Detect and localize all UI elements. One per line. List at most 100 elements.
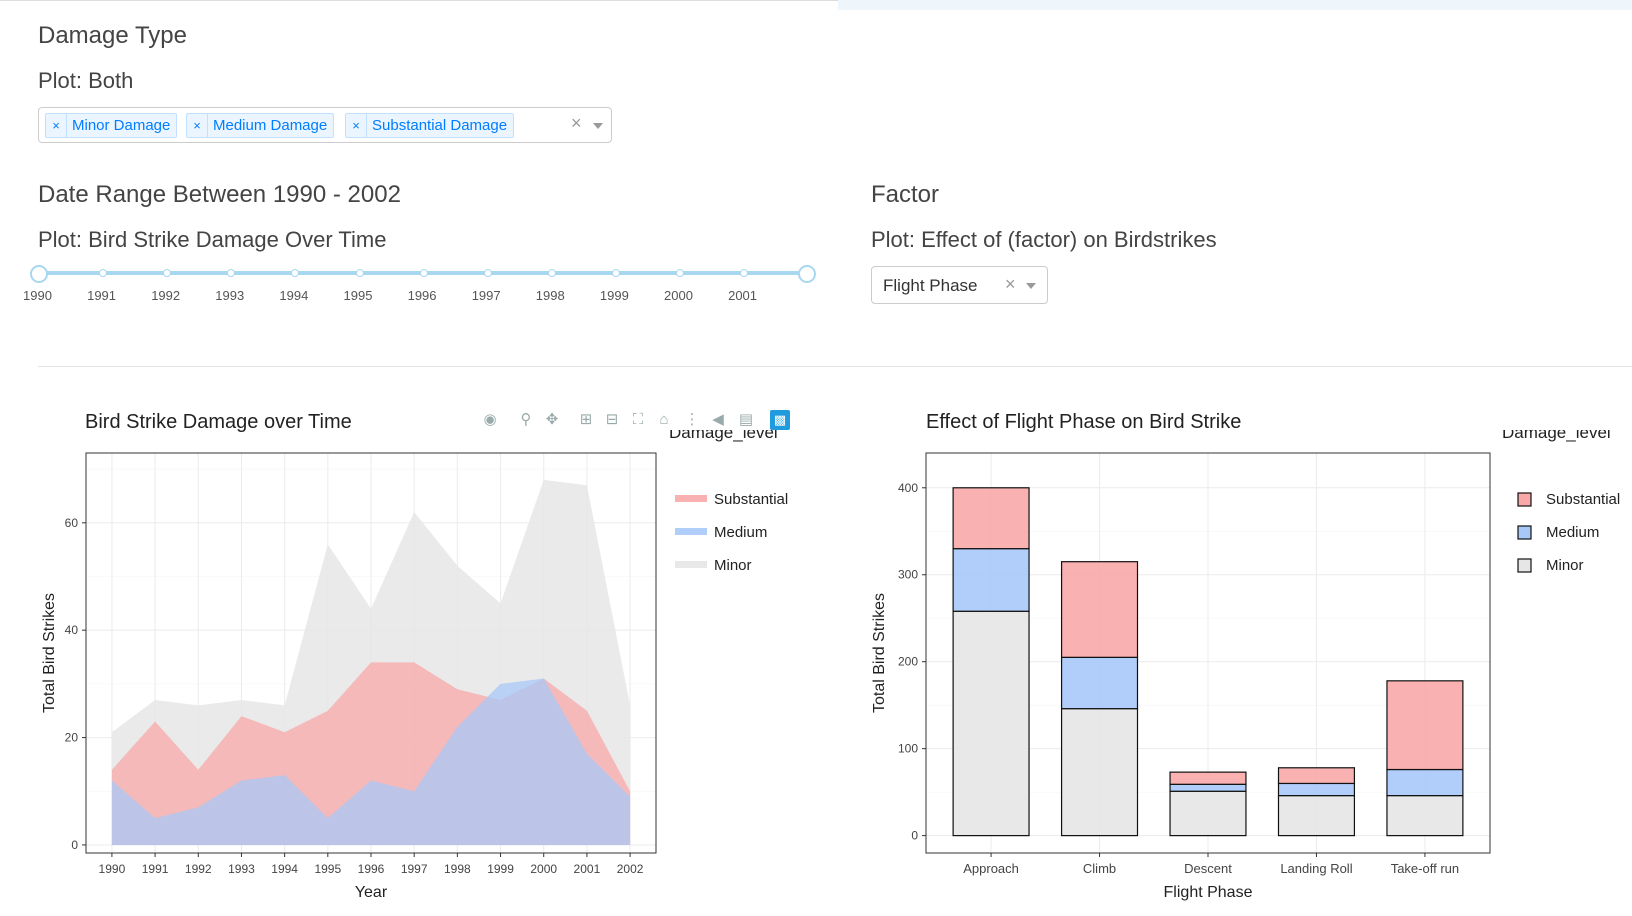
slider-tick (355, 269, 364, 277)
bar-minor-climb (1060, 708, 1139, 837)
damage-type-heading: Damage Type (38, 22, 187, 49)
plotly-logo-icon[interactable]: ▩ (770, 410, 790, 430)
date-range-subheading: Plot: Bird Strike Damage Over Time (38, 227, 387, 252)
spike-lines-icon[interactable]: ⋮ (682, 410, 702, 430)
x-tick-label: 2002 (617, 862, 644, 876)
slider-tick-label: 2000 (664, 288, 693, 303)
y-tick-label: 200 (898, 655, 918, 669)
y-tick-label: 300 (898, 568, 918, 582)
zoom-icon[interactable]: ⚲ (516, 410, 536, 430)
pan-icon[interactable]: ✥ (542, 410, 562, 430)
slider-tick-label: 1990 (23, 288, 52, 303)
top-band (838, 0, 1632, 10)
y-axis-title: Total Bird Strikes (871, 593, 888, 713)
slider-tick (419, 269, 428, 277)
chip-remove-icon[interactable]: × (346, 114, 367, 137)
y-tick-label: 100 (898, 742, 918, 756)
slider-tick (676, 269, 684, 277)
x-tick-label: Approach (963, 861, 1019, 876)
y-tick-label: 60 (65, 516, 79, 530)
slider-tick (547, 269, 556, 277)
y-tick-label: 0 (911, 829, 918, 843)
legend-label-substantial: Substantial (714, 491, 788, 508)
bar-medium-climb (1060, 656, 1139, 710)
zoom-out-icon[interactable]: ⊟ (602, 410, 622, 430)
chip-remove-icon[interactable]: × (187, 114, 208, 137)
clear-all-icon[interactable]: × (571, 113, 582, 134)
section-divider (38, 366, 1632, 367)
damage-type-subheading: Plot: Both (38, 68, 134, 93)
zoom-in-icon[interactable]: ⊞ (576, 410, 596, 430)
slider-tick (611, 269, 620, 277)
legend-title: Damage_level (1502, 430, 1611, 442)
slider-tick (291, 269, 300, 277)
chart-phase-svg[interactable]: 0 100 200 300 400 Approach Climb Descent Landing… (820, 430, 1632, 910)
slider-tick (483, 269, 492, 277)
slider-tick (227, 269, 236, 277)
slider-handle-end[interactable] (798, 265, 816, 283)
slider-tick-label: 1998 (535, 288, 565, 303)
bar-medium-approach (952, 548, 1030, 612)
y-tick-label: 0 (71, 838, 78, 852)
slider-tick (99, 269, 108, 277)
bar-medium-take-off-run (1386, 768, 1464, 797)
bar-minor-descent (1169, 790, 1247, 837)
bar-minor-landing-roll (1277, 795, 1356, 837)
x-tick-label: Take-off run (1391, 861, 1459, 876)
x-tick-label: 1999 (487, 862, 514, 876)
autoscale-icon[interactable]: ⛶ (628, 410, 648, 430)
bar-substantial-climb (1060, 561, 1139, 658)
x-tick-label: 1991 (142, 862, 169, 876)
chip-remove-icon[interactable]: × (46, 114, 67, 137)
x-tick-label: 1992 (185, 862, 212, 876)
y-tick-label: 400 (898, 481, 918, 495)
x-tick-label: 1994 (271, 862, 298, 876)
bar-medium-descent (1169, 783, 1247, 792)
y-tick-label: 20 (65, 731, 79, 745)
clear-icon[interactable]: × (1005, 274, 1016, 295)
factor-select[interactable]: Flight Phase × (871, 266, 1048, 304)
bar-substantial-landing-roll (1277, 767, 1356, 785)
slider-tick-label: 1994 (279, 288, 309, 303)
legend-swatch-minor (675, 561, 707, 568)
chip-minor-damage: × Minor Damage (45, 113, 178, 138)
chip-substantial-damage: × Substantial Damage (345, 113, 515, 138)
bar-minor-take-off-run (1386, 795, 1464, 837)
slider-tick-label: 1995 (343, 288, 373, 303)
chip-label: Minor Damage (72, 117, 171, 134)
x-tick-label: 2000 (530, 862, 557, 876)
slider-tick-label: 1991 (87, 288, 117, 303)
legend-label-medium: Medium (714, 524, 767, 541)
legend-swatch-substantial (1517, 492, 1532, 507)
chip-label: Medium Damage (213, 117, 328, 134)
legend-label-minor: Minor (714, 557, 752, 574)
x-tick-label: 1997 (401, 862, 428, 876)
x-tick-label: Climb (1083, 861, 1116, 876)
chip-medium-damage: × Medium Damage (186, 113, 335, 138)
chart-time-svg[interactable]: 0 20 40 60 1990 1991 1992 1993 1994 1995 1996 1997 1… (0, 430, 820, 910)
slider-tick-label: 1996 (407, 288, 437, 303)
chip-label: Substantial Damage (372, 117, 508, 134)
slider-handle-start[interactable] (30, 265, 48, 283)
chevron-down-icon[interactable] (593, 123, 603, 129)
hover-compare-icon[interactable]: ▤ (736, 410, 756, 430)
factor-subheading: Plot: Effect of (factor) on Birdstrikes (871, 227, 1217, 252)
legend-title: Damage_level (669, 430, 778, 442)
bar-minor-approach (952, 610, 1030, 837)
legend-swatch-medium (675, 528, 707, 535)
x-tick-label: Descent (1184, 861, 1232, 876)
hover-closest-icon[interactable]: ◀ (708, 410, 728, 430)
slider-tick-label: 2001 (728, 288, 758, 303)
legend-label-minor: Minor (1546, 557, 1584, 574)
reset-axes-icon[interactable]: ⌂ (654, 410, 674, 430)
bar-substantial-approach (952, 487, 1030, 550)
camera-icon[interactable]: ◉ (480, 410, 500, 430)
chevron-down-icon[interactable] (1026, 283, 1036, 289)
y-axis-title: Total Bird Strikes (41, 593, 58, 713)
factor-select-value: Flight Phase (883, 276, 978, 295)
x-tick-label: 1990 (99, 862, 126, 876)
slider-tick (163, 269, 172, 277)
x-tick-label: 1993 (228, 862, 255, 876)
damage-type-multiselect[interactable]: × Minor Damage × Medium Damage × Substantia… (38, 107, 612, 143)
bar-substantial-descent (1169, 771, 1247, 785)
